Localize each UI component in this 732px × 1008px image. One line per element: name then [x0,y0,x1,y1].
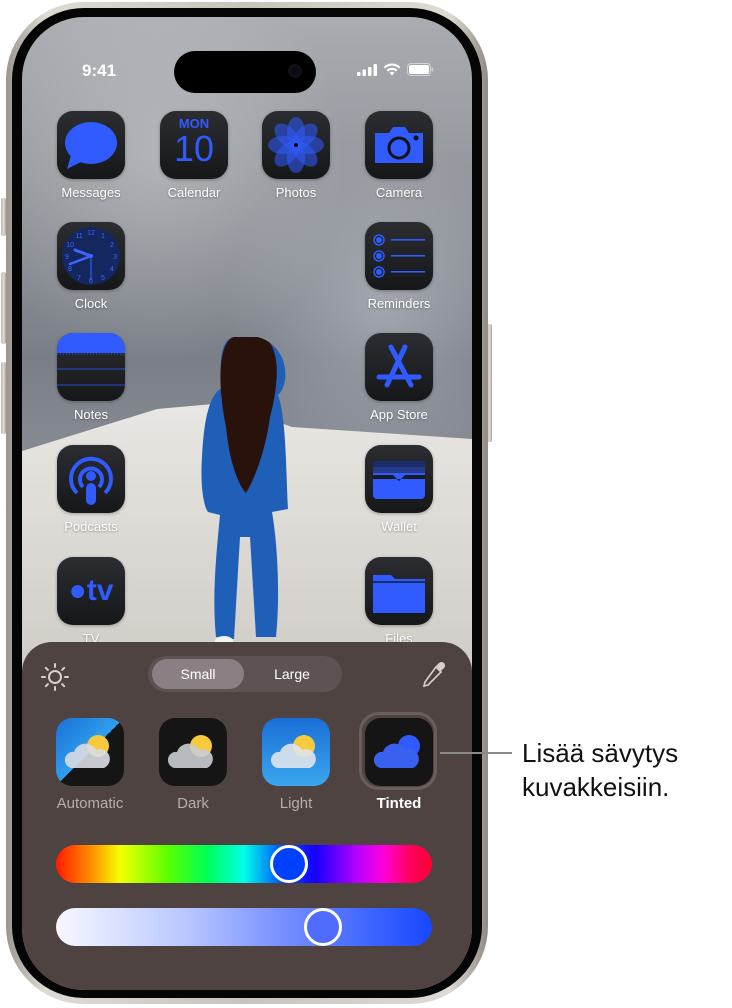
camera-icon [375,127,423,163]
status-time: 9:41 [82,61,117,80]
app-files[interactable]: Files [354,557,444,646]
app-podcasts[interactable]: Podcasts [46,445,136,534]
svg-text:8: 8 [68,266,72,273]
status-bar: 9:41 [22,51,472,93]
messages-icon [65,122,117,169]
style-dark[interactable]: Dark [145,718,241,812]
app-tv[interactable]: ●tv TV [46,557,136,646]
svg-text:3: 3 [113,254,117,261]
podcasts-icon [69,456,113,505]
svg-text:11: 11 [75,233,82,240]
app-wallet[interactable]: Wallet [354,445,444,534]
app-clock[interactable]: 12 1 2 3 4 5 6 7 8 9 10 11 Clock [46,222,136,311]
dynamic-island [174,51,316,93]
svg-text:5: 5 [101,275,105,282]
files-icon [373,575,425,613]
wallet-icon [373,461,425,499]
app-app-store[interactable]: App Store [354,333,444,422]
saturation-slider[interactable] [56,908,432,946]
notes-icon [57,333,125,386]
calendar-icon: MON 10 [160,111,228,179]
apple-logo-icon: ● [68,574,87,607]
eyedropper-icon[interactable] [418,660,448,690]
sun-icon[interactable] [40,662,70,692]
style-label: Tinted [376,795,422,812]
style-light[interactable]: Light [248,718,344,812]
weather-light-icon [262,718,330,786]
app-messages[interactable]: Messages [46,111,136,200]
svg-text:4: 4 [110,266,114,273]
battery-icon [407,63,434,76]
app-photos[interactable]: Photos [251,111,341,200]
style-automatic[interactable]: Automatic [42,718,138,812]
weather-automatic-icon [56,718,124,786]
cellular-signal-icon [357,64,377,76]
callout-line-1: Lisää sävytys [522,738,679,768]
app-calendar[interactable]: MON 10 Calendar [149,111,239,200]
app-label: Messages [61,185,121,200]
wallpaper-person [201,337,288,646]
callout-text: Lisää sävytys kuvakkeisiin. [522,736,678,804]
front-camera-icon [288,64,302,78]
weather-dark-icon [159,718,227,786]
wifi-icon [383,63,401,76]
svg-text:7: 7 [77,275,81,282]
photos-icon [268,117,324,173]
app-camera[interactable]: Camera [354,111,444,200]
svg-text:12: 12 [87,230,95,237]
size-toggle: Small Large [148,656,342,692]
svg-text:1: 1 [101,233,105,240]
tv-glyph: tv [86,574,114,607]
reminders-icon [373,234,425,278]
app-reminders[interactable]: Reminders [354,222,444,311]
hue-slider-thumb[interactable] [270,845,309,883]
tv-icon: ●tv [57,557,125,625]
svg-text:2: 2 [110,242,114,249]
app-label: Reminders [367,296,431,311]
app-store-icon [376,344,422,388]
size-large-button[interactable]: Large [246,659,338,689]
app-label: Clock [74,296,108,311]
hue-slider[interactable] [56,845,432,883]
app-label: Notes [74,407,108,422]
callout-line-2: kuvakkeisiin. [522,772,670,802]
style-label: Light [279,795,313,812]
app-label: App Store [370,407,428,422]
svg-text:10: 10 [66,242,74,249]
style-tinted[interactable]: Tinted [351,712,447,812]
customize-panel: Small Large Automatic Dark Light Tinted [22,642,472,990]
clock-icon: 12 1234567891011 [62,227,120,285]
app-label: Wallet [381,519,417,534]
home-screen: 9:41 Messages MON 10 Calendar Photos Cam… [22,17,472,990]
style-label: Automatic [56,795,124,812]
calendar-date: 10 [173,128,215,169]
app-label: Podcasts [64,519,118,534]
size-small-button[interactable]: Small [152,659,244,689]
weather-tinted-icon [365,718,433,786]
callout-line [440,752,512,754]
app-label: Camera [375,185,423,200]
app-label: Photos [275,185,317,200]
svg-text:9: 9 [65,254,69,261]
saturation-slider-thumb[interactable] [303,908,342,946]
app-notes[interactable]: Notes [46,333,136,422]
style-label: Dark [177,795,209,812]
app-label: Calendar [167,185,221,200]
